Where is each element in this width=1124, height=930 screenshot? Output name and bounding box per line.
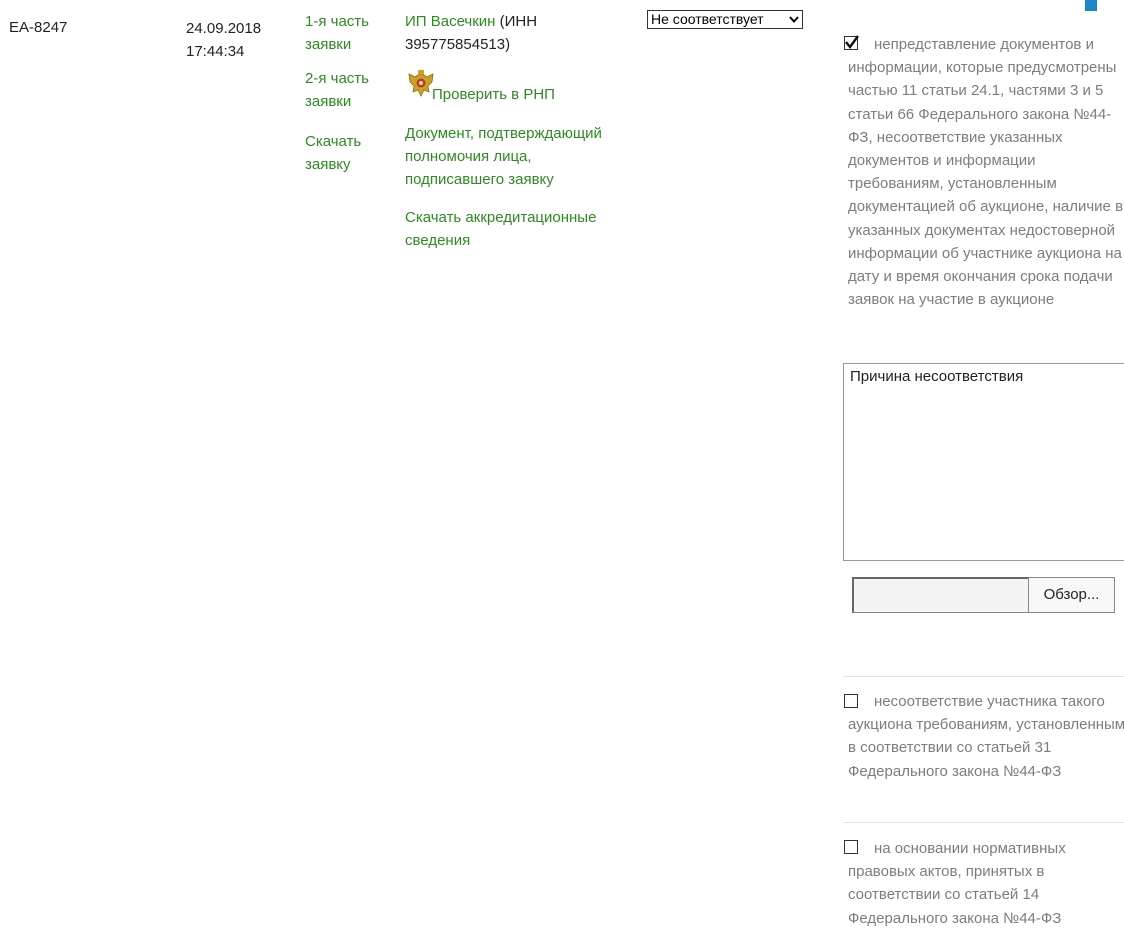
authority-doc-line2: полномочия лица, [405,148,532,165]
reason-text-1: непредставление документов и информации,… [848,36,1124,309]
check-rnp-link[interactable]: Проверить в РНП [432,83,555,106]
reason-divider-1 [843,676,1124,677]
accreditation-line2: сведения [405,232,471,249]
application-id: ЕА-8247 [9,19,68,36]
part2-link[interactable]: 2-я часть заявки [305,67,369,113]
file-path-input[interactable] [852,577,1029,613]
accreditation-line1: Скачать аккредитационные [405,209,597,226]
authority-document-link[interactable]: Документ, подтверждающий полномочия лица… [405,122,602,191]
part1-link[interactable]: 1-я часть заявки [305,10,369,56]
part2-link-line1: 2-я часть [305,70,369,87]
chevron-down-icon [789,16,799,24]
decision-select[interactable]: Не соответствует [647,10,803,29]
download-link-line2: заявку [305,156,351,173]
browse-button[interactable]: Обзор... [1028,577,1115,613]
participant-inn: 395775854513) [405,36,511,53]
date-text: 24.09.2018 [186,20,262,37]
authority-doc-line1: Документ, подтверждающий [405,125,602,142]
participant-info: ИП Васечкин (ИНН 395775854513) [405,10,537,56]
reason-text-3: на основании нормативных правовых актов,… [848,840,1066,927]
mismatch-reason-textarea[interactable]: Причина несоответствия [843,363,1124,561]
reason-text-2: несоответствие участника такого аукциона… [848,693,1124,780]
download-accreditation-link[interactable]: Скачать аккредитационные сведения [405,206,596,252]
participant-name-link[interactable]: ИП Васечкин [405,13,495,30]
decision-selected-value: Не соответствует [651,11,764,27]
part1-link-line2: заявки [305,36,352,53]
authority-doc-line3: подписавшего заявку [405,171,554,188]
participant-inn-open: (ИНН [495,13,538,30]
download-link-line1: Скачать [305,133,362,150]
time-text: 17:44:34 [186,43,245,60]
corner-marker [1085,0,1097,11]
part1-link-line1: 1-я часть [305,13,369,30]
reason-divider-2 [843,822,1124,823]
download-application-link[interactable]: Скачать заявку [305,130,361,176]
part2-link-line2: заявки [305,93,352,110]
submission-date: 24.09.2018 17:44:34 [186,17,261,63]
